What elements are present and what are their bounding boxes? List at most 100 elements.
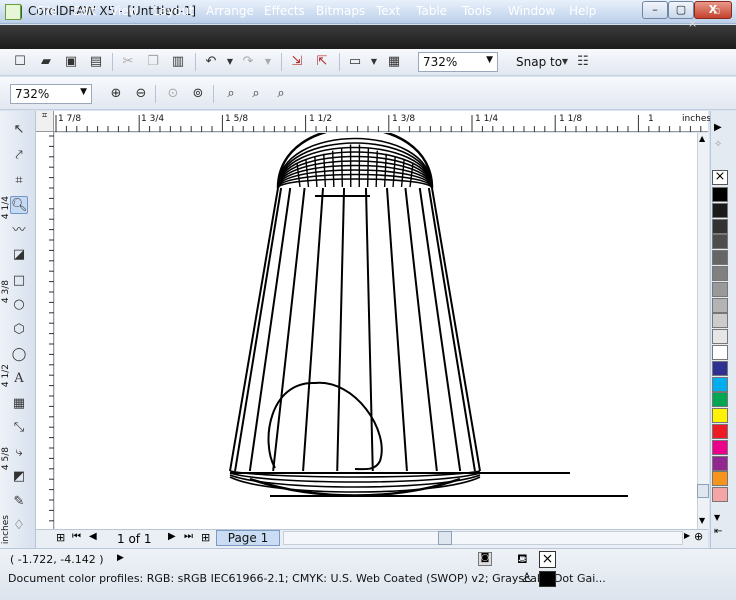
blend-tool-icon[interactable]: ◩ [10, 468, 28, 486]
previous-page-icon[interactable]: ◀ [89, 531, 97, 542]
zoom-levels-combo[interactable]: 732% ▼ [10, 84, 92, 104]
palette-swatch[interactable] [712, 376, 728, 392]
welcome-screen-icon[interactable]: ▦ [386, 54, 402, 70]
redo-dropdown-icon[interactable]: ▼ [260, 54, 276, 70]
palette-swatch[interactable] [712, 345, 728, 360]
scroll-up-icon[interactable]: ▲ [699, 134, 705, 143]
rectangle-tool-icon[interactable]: □ [10, 272, 28, 290]
palette-expand-icon[interactable]: ⇤ [714, 526, 722, 537]
pick-tool-icon[interactable]: ↖ [10, 121, 28, 139]
status-expand-icon[interactable]: ▶ [117, 553, 124, 563]
zoom-to-page-width-icon[interactable]: ⌕ [248, 86, 264, 102]
palette-swatch[interactable] [712, 487, 728, 503]
export-icon[interactable]: ⇱ [314, 54, 330, 70]
connector-tool-icon[interactable]: ⤷ [10, 444, 28, 462]
horizontal-scrollbar[interactable] [283, 531, 683, 545]
menu-tools[interactable]: Tools [462, 4, 492, 18]
undo-icon[interactable]: ↶ [203, 54, 219, 70]
table-tool-icon[interactable]: ▦ [10, 395, 28, 413]
palette-swatch[interactable] [712, 408, 728, 424]
scroll-right-icon[interactable]: ▶ [684, 531, 690, 540]
snap-to-button[interactable]: Snap to [516, 55, 562, 69]
no-color-swatch-icon[interactable]: ⨯ [712, 170, 728, 185]
zoom-tool-icon[interactable]: 🔍︎ [10, 196, 28, 214]
menu-bitmaps[interactable]: Bitmaps [316, 4, 365, 18]
palette-swatch[interactable] [712, 187, 728, 202]
outline-color-swatch[interactable] [539, 571, 556, 587]
palette-menu-icon[interactable]: ▶ [714, 122, 722, 133]
application-launcher-icon[interactable]: ▭ [347, 54, 363, 70]
text-tool-icon[interactable]: A [10, 370, 28, 388]
palette-swatch[interactable] [712, 297, 728, 313]
palette-swatch[interactable] [712, 281, 728, 297]
menu-text[interactable]: Text [376, 4, 400, 18]
document-icon[interactable] [5, 4, 21, 20]
last-page-icon[interactable]: ⏭ [184, 531, 193, 542]
palette-swatch[interactable] [712, 392, 728, 408]
first-page-icon[interactable]: ⏮ [72, 531, 81, 542]
palette-swatch[interactable] [712, 313, 728, 329]
cut-icon[interactable]: ✂ [120, 54, 136, 70]
palette-swatch[interactable] [712, 329, 728, 345]
freehand-tool-icon[interactable]: 〰 [10, 222, 28, 240]
palette-scroll-down-icon[interactable]: ▼ [714, 513, 720, 522]
ellipse-tool-icon[interactable]: ○ [10, 296, 28, 314]
menu-view[interactable]: View [110, 4, 138, 18]
fill-bucket-icon[interactable]: ⛾ [517, 552, 528, 569]
menu-arrange[interactable]: Arrange [206, 4, 254, 18]
palette-swatch[interactable] [712, 455, 728, 471]
zoom-to-selected-icon[interactable]: ⊙ [165, 86, 181, 102]
document-window-controls[interactable]: – ▫ × [688, 4, 736, 30]
open-icon[interactable]: ▰ [38, 54, 54, 70]
menu-help[interactable]: Help [569, 4, 596, 18]
zoom-to-all-objects-icon[interactable]: ⊚ [190, 86, 206, 102]
minimize-button[interactable]: – [642, 1, 668, 19]
undo-dropdown-icon[interactable]: ▼ [222, 54, 238, 70]
basic-shapes-tool-icon[interactable]: ◯ [10, 346, 28, 364]
next-page-icon[interactable]: ▶ [168, 531, 176, 542]
smart-fill-tool-icon[interactable]: ◪ [10, 246, 28, 264]
palette-scroll-up-icon[interactable]: ✧ [714, 139, 722, 150]
polygon-tool-icon[interactable]: ⬡ [10, 321, 28, 339]
palette-swatch[interactable] [712, 266, 728, 281]
launcher-dropdown-icon[interactable]: ▼ [366, 54, 382, 70]
print-icon[interactable]: ▤ [88, 54, 104, 70]
palette-swatch[interactable] [712, 424, 728, 439]
palette-swatch[interactable] [712, 218, 728, 234]
fill-none-swatch-icon[interactable]: ⨯ [539, 551, 556, 568]
shape-tool-icon[interactable]: ⤤ [10, 147, 28, 165]
outline-pen-icon[interactable]: ♙ [521, 571, 533, 586]
horizontal-scroll-thumb[interactable] [438, 531, 452, 545]
vertical-scrollbar[interactable] [697, 133, 709, 529]
add-page-before-icon[interactable]: ⊞ [56, 531, 65, 544]
options-icon[interactable]: ☷ [575, 54, 591, 70]
zoom-out-icon[interactable]: ⊖ [133, 86, 149, 102]
redo-icon[interactable]: ↷ [240, 54, 256, 70]
outline-tool-icon[interactable]: ♢ [10, 517, 28, 535]
zoom-in-icon[interactable]: ⊕ [108, 86, 124, 102]
document-color-profiles[interactable]: Document color profiles: RGB: sRGB IEC61… [8, 572, 606, 585]
palette-swatch[interactable] [712, 360, 728, 376]
dimension-tool-icon[interactable]: ⤡ [10, 419, 28, 437]
menu-layout[interactable]: Layout [153, 4, 194, 18]
horizontal-ruler[interactable] [36, 111, 708, 132]
menu-effects[interactable]: Effects [264, 4, 305, 18]
wireframe-drawing[interactable] [55, 133, 697, 529]
zoom-to-page-height-icon[interactable]: ⌕ [273, 86, 289, 102]
copy-icon[interactable]: ❐ [145, 54, 161, 70]
add-page-after-icon[interactable]: ⊞ [201, 531, 210, 544]
save-icon[interactable]: ▣ [63, 54, 79, 70]
palette-swatch[interactable] [712, 471, 728, 487]
vertical-ruler[interactable] [36, 132, 54, 529]
palette-swatch[interactable] [712, 250, 728, 266]
import-icon[interactable]: ⇲ [289, 54, 305, 70]
page-tab[interactable]: Page 1 [216, 530, 280, 546]
scroll-down-icon[interactable]: ▼ [699, 516, 705, 525]
snap-to-dropdown-icon[interactable]: ▼ [557, 54, 573, 70]
crop-tool-icon[interactable]: ⌗ [10, 172, 28, 190]
menu-table[interactable]: Table [416, 4, 447, 18]
ruler-origin[interactable]: ⌗ [36, 111, 54, 132]
vertical-scroll-thumb[interactable] [697, 484, 709, 498]
eyedropper-tool-icon[interactable]: ✎ [10, 493, 28, 511]
drawing-canvas[interactable] [55, 133, 697, 529]
